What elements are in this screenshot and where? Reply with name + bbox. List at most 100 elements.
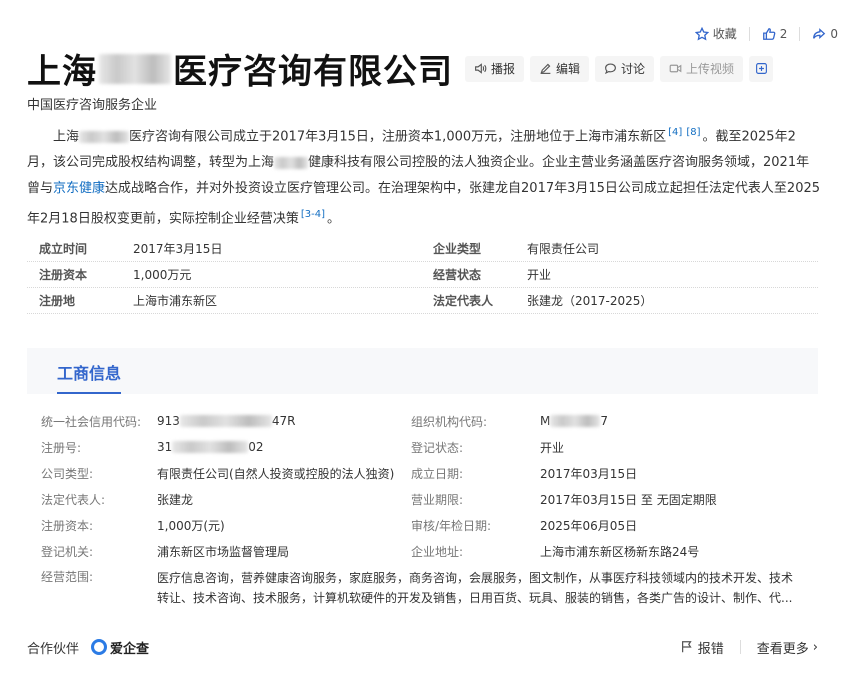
view-more-link[interactable]: 查看更多 › (757, 638, 818, 657)
jd-health-link[interactable]: 京东健康 (53, 181, 105, 196)
redacted-text (179, 415, 272, 427)
title-suffix: 医疗咨询有限公司 (173, 52, 453, 92)
field-value: 上海市浦东新区杨新东路24号 (540, 544, 700, 559)
collect-button[interactable]: 收藏 (694, 25, 737, 42)
title-row: 上海 医疗咨询有限公司 播报 编辑 讨论 上传视频 (27, 44, 774, 93)
upload-video-label: 上传视频 (686, 62, 735, 76)
field-value: 2017年03月15日 (540, 466, 638, 481)
field-label: 组织机构代码: (411, 414, 488, 429)
field-value: 31 (157, 440, 173, 454)
report-error-button[interactable]: 报错 (680, 638, 724, 657)
field-value: 1,000万(元) (157, 518, 225, 533)
field-value: 913 (157, 414, 180, 428)
field-value: 2017年3月15日 (133, 242, 223, 256)
field-value: 张建龙 (157, 492, 194, 507)
partner-logo[interactable]: 爱企查 (91, 638, 149, 657)
intro-text: 。 (326, 211, 340, 227)
speaker-icon (475, 63, 487, 74)
field-label: 法定代表人 (433, 294, 494, 308)
pencil-icon (540, 63, 551, 74)
page-subtitle: 中国医疗咨询服务企业 (27, 98, 158, 113)
video-camera-icon (669, 64, 682, 73)
discuss-button[interactable]: 讨论 (595, 55, 655, 82)
redacted-text (172, 441, 249, 453)
redacted-text (79, 130, 130, 143)
share-count: 0 (830, 26, 838, 41)
field-value: 开业 (527, 268, 552, 282)
field-label: 企业地址: (411, 544, 464, 559)
like-count: 2 (779, 26, 788, 41)
credit-code-value: 913 47R (157, 414, 411, 428)
field-label: 成立日期: (411, 466, 464, 481)
upload-video-button[interactable]: 上传视频 (660, 55, 744, 82)
intro-text: 上海 (53, 129, 80, 145)
entry-toolbar: 播报 编辑 讨论 上传视频 (465, 55, 774, 82)
redacted-text (274, 156, 309, 169)
partner-name: 爱企查 (110, 641, 150, 657)
reference-link[interactable]: [8] (686, 127, 700, 138)
collect-label: 收藏 (712, 27, 737, 41)
chevron-right-icon: › (812, 639, 818, 655)
business-info-row: 登记机关: 浦东新区市场监督管理局 企业地址: 上海市浦东新区杨新东路24号 (27, 538, 818, 564)
business-info-row: 注册资本: 1,000万(元) 审核/年检日期: 2025年06月05日 (27, 512, 818, 538)
basic-info-row: 成立时间 2017年3月15日 企业类型 有限责任公司 (27, 236, 818, 262)
star-icon (694, 26, 709, 40)
edit-label: 编辑 (556, 62, 581, 76)
field-value: 47R (271, 414, 296, 428)
redacted-text (99, 53, 171, 84)
registration-number-value: 31 02 (157, 440, 411, 454)
field-value: 2025年06月05日 (540, 518, 638, 533)
divider (748, 26, 750, 41)
field-label: 成立时间 (39, 242, 88, 256)
field-label: 营业期限: (411, 492, 464, 507)
reference-link[interactable]: [4] (668, 127, 682, 138)
broadcast-label: 播报 (491, 62, 516, 76)
redacted-text (550, 415, 601, 427)
field-label: 登记机关: (41, 544, 94, 559)
basic-info-row: 注册资本 1,000万元 经营状态 开业 (27, 262, 818, 288)
thumbs-up-icon (762, 27, 776, 40)
add-button[interactable] (749, 55, 774, 82)
like-button[interactable]: 2 (762, 26, 788, 41)
partner-label: 合作伙伴 (27, 641, 80, 657)
title-prefix: 上海 (27, 52, 97, 92)
report-icon (681, 641, 692, 653)
field-label: 注册资本 (39, 268, 88, 282)
intro-paragraph: 上海 医疗咨询有限公司成立于2017年3月15日，注册资本1,000万元，注册地位… (27, 120, 820, 233)
reference-link[interactable]: [3-4] (301, 209, 325, 220)
field-label: 经营范围: (41, 570, 94, 584)
share-icon (813, 27, 826, 39)
intro-text: 达成战略合作，并对外投资设立医疗管理公司。在治理架构中，张建龙自2017年3月1… (27, 181, 821, 227)
broadcast-button[interactable]: 播报 (465, 55, 525, 82)
top-actions: 收藏 2 0 (694, 25, 838, 42)
page-title: 上海 医疗咨询有限公司 (27, 44, 453, 93)
business-info-row: 注册号: 31 02 登记状态: 开业 (27, 434, 818, 460)
field-value: 开业 (540, 440, 565, 455)
speech-bubble-icon (604, 63, 616, 75)
field-value: 2017年03月15日 至 无固定期限 (540, 492, 717, 507)
discuss-label: 讨论 (621, 62, 646, 76)
share-button[interactable]: 0 (812, 27, 838, 41)
field-value: 1,000万元 (133, 268, 192, 282)
basic-info-row: 注册地 上海市浦东新区 法定代表人 张建龙（2017-2025） (27, 288, 818, 314)
tab-business-info[interactable]: 工商信息 (57, 360, 122, 394)
field-value: 有限责任公司 (527, 242, 600, 256)
field-label: 法定代表人: (41, 492, 106, 507)
field-label: 公司类型: (41, 466, 94, 481)
edit-button[interactable]: 编辑 (530, 55, 590, 82)
business-info-header: 工商信息 (27, 348, 818, 394)
field-value: 浦东新区市场监督管理局 (157, 544, 290, 559)
field-label: 注册号: (41, 440, 82, 455)
footer-actions: 报错 查看更多 › (680, 638, 818, 657)
field-label: 登记状态: (411, 440, 464, 455)
business-info-row: 公司类型: 有限责任公司(自然人投资或控股的法人独资) 成立日期: 2017年0… (27, 460, 818, 486)
field-label: 审核/年检日期: (411, 518, 492, 533)
field-value: 02 (248, 440, 264, 454)
business-info-row: 法定代表人: 张建龙 营业期限: 2017年03月15日 至 无固定期限 (27, 486, 818, 512)
business-scope-row: 经营范围: 医疗信息咨询，营养健康咨询服务，家庭服务，商务咨询，会展服务，图文制… (27, 564, 818, 608)
field-value: M (540, 414, 551, 428)
field-value: 7 (600, 414, 608, 428)
intro-text: 医疗咨询有限公司成立于2017年3月15日，注册资本1,000万元，注册地位于上… (129, 129, 667, 145)
aiqicha-logo-icon (91, 639, 108, 655)
field-label: 经营状态 (433, 268, 482, 282)
